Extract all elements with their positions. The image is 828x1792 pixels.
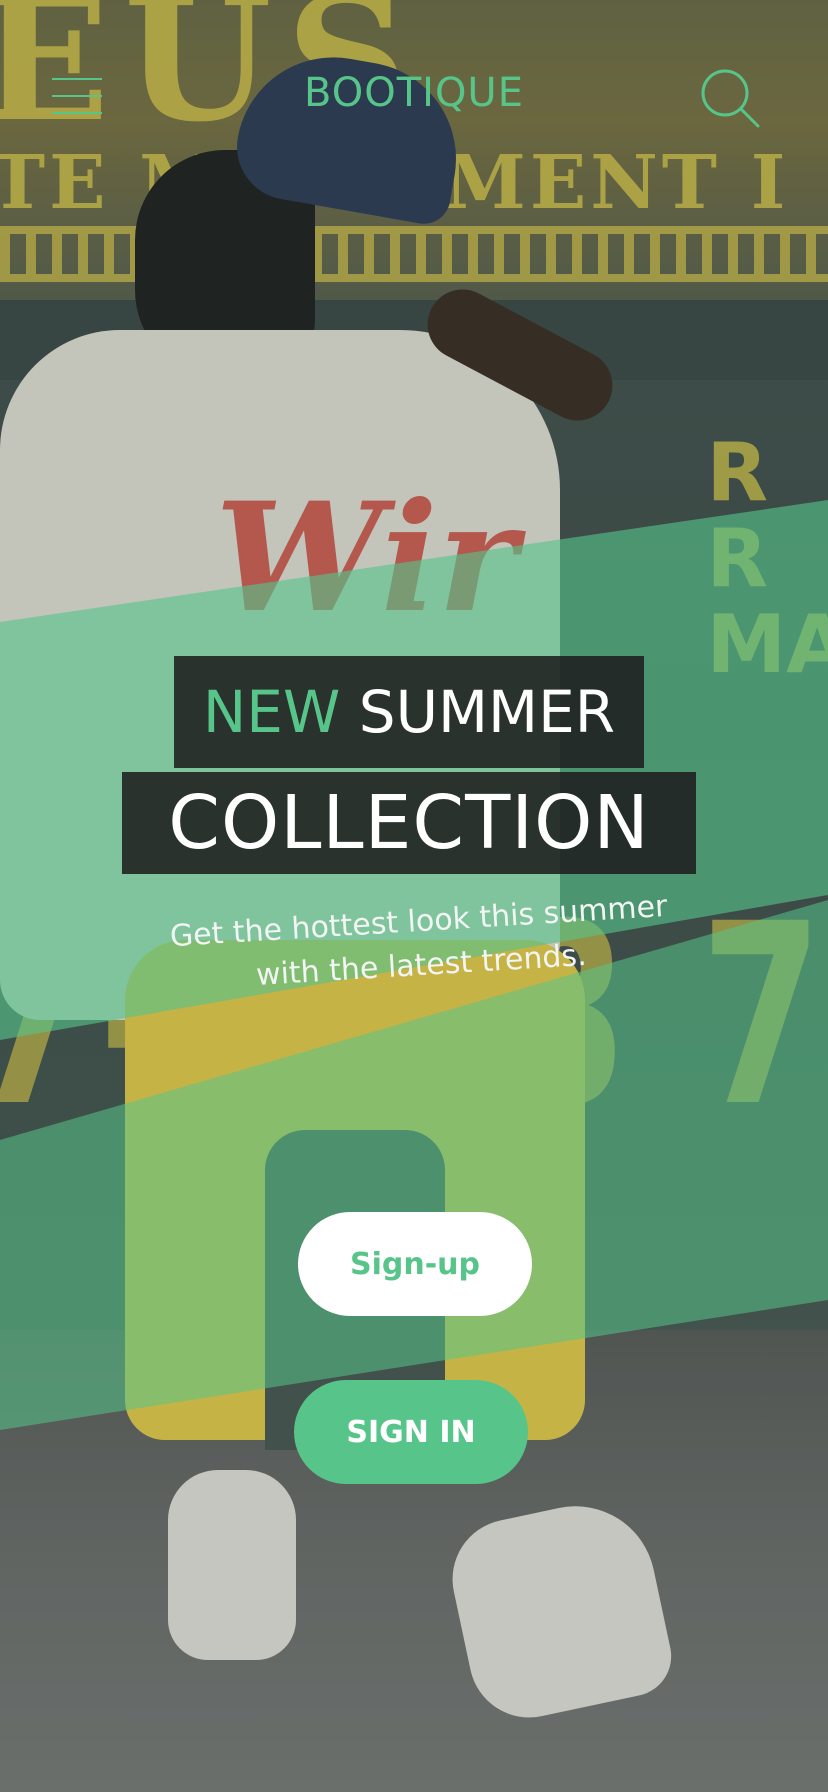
- title-box: COLLECTION: [122, 772, 696, 874]
- hero-title-line-1: NEW SUMMER: [203, 678, 615, 746]
- signup-button[interactable]: Sign-up: [298, 1212, 532, 1316]
- app-header: BOOTIQUE: [0, 60, 828, 140]
- landing-screen: EUS TE MA GEMENT I RRMA 7-0 48 775 Wir B…: [0, 0, 828, 1792]
- hero-title-rest: SUMMER: [358, 678, 616, 746]
- title-box: NEW SUMMER: [174, 656, 644, 768]
- search-icon-graphic: [701, 69, 760, 128]
- signin-button[interactable]: SIGN IN: [294, 1380, 528, 1484]
- search-icon[interactable]: [700, 68, 762, 130]
- hero-title-accent: NEW: [202, 678, 341, 746]
- hero-title-line-2: COLLECTION: [168, 780, 650, 866]
